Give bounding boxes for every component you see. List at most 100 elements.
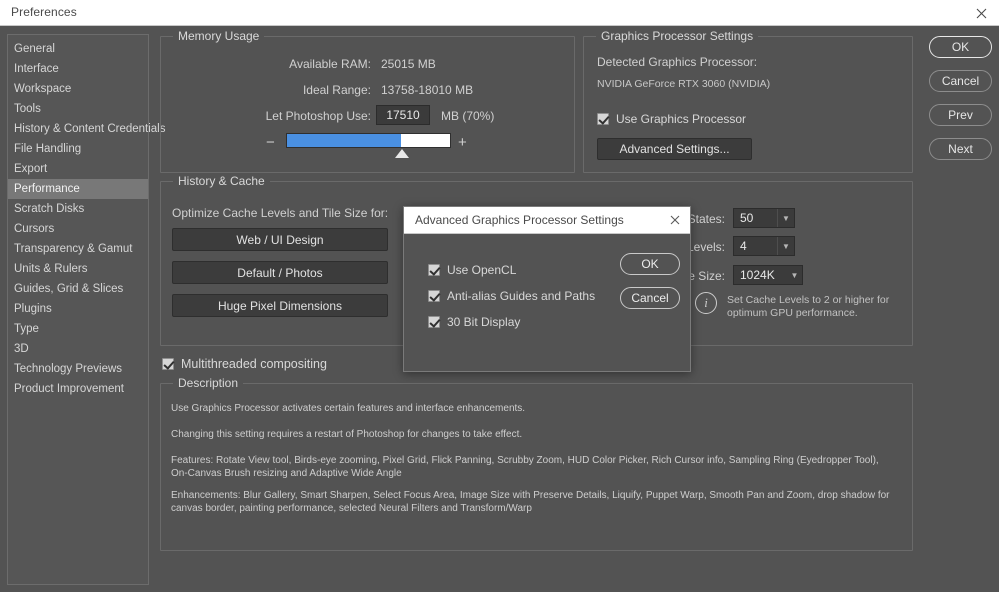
use-graphics-processor-checkbox[interactable]: Use Graphics Processor [597, 112, 746, 126]
graphics-processor-group: Graphics Processor Settings Detected Gra… [583, 36, 913, 173]
next-button[interactable]: Next [929, 138, 992, 160]
sidebar-item-product-improvement[interactable]: Product Improvement [8, 379, 148, 399]
memory-slider-track[interactable] [286, 133, 451, 148]
sidebar-item-tools[interactable]: Tools [8, 99, 148, 119]
sidebar-item-label: Interface [14, 63, 59, 75]
checkbox-box [428, 264, 440, 276]
memory-usage-title: Memory Usage [173, 29, 264, 43]
modal-cancel-button[interactable]: Cancel [620, 287, 680, 309]
use-opencl-checkbox[interactable]: Use OpenCL [428, 263, 516, 277]
close-glyph [670, 215, 680, 225]
sidebar-item-transparency-gamut[interactable]: Transparency & Gamut [8, 239, 148, 259]
sidebar-item-general[interactable]: General [8, 39, 148, 59]
sidebar-item-label: Units & Rulers [14, 263, 88, 275]
sidebar-item-guides-grid-slices[interactable]: Guides, Grid & Slices [8, 279, 148, 299]
cache-tile-size-select[interactable]: 1024K ▼ [733, 265, 803, 285]
cancel-button[interactable]: Cancel [929, 70, 992, 92]
ideal-range-label: Ideal Range: [181, 83, 371, 97]
use-graphics-processor-label: Use Graphics Processor [616, 112, 746, 126]
checkbox-box [162, 358, 174, 370]
preset-default-photos-button[interactable]: Default / Photos [172, 261, 388, 284]
sidebar-item-label: Technology Previews [14, 363, 122, 375]
sidebar-item-label: Guides, Grid & Slices [14, 283, 123, 295]
sidebar-item-label: Transparency & Gamut [14, 243, 132, 255]
description-group: Description Use Graphics Processor activ… [160, 383, 913, 551]
checkbox-box [597, 113, 609, 125]
sidebar-item-label: Export [14, 163, 47, 175]
sidebar-item-label: History & Content Credentials [14, 123, 165, 135]
advanced-graphics-settings-dialog: Advanced Graphics Processor Settings Use… [403, 206, 691, 372]
sidebar-item-performance[interactable]: Performance [8, 179, 148, 199]
anti-alias-guides-paths-label: Anti-alias Guides and Paths [447, 289, 595, 303]
description-paragraph: Use Graphics Processor activates certain… [171, 402, 896, 415]
memory-slider-thumb[interactable] [395, 149, 409, 158]
preferences-window: Preferences General Interface Workspace Too… [0, 0, 999, 592]
cache-levels-value: 4 [734, 239, 777, 253]
sidebar-item-scratch-disks[interactable]: Scratch Disks [8, 199, 148, 219]
preset-huge-pixel-dimensions-button[interactable]: Huge Pixel Dimensions [172, 294, 388, 317]
cache-levels-hint-text: Set Cache Levels to 2 or higher for opti… [727, 294, 907, 320]
prev-button[interactable]: Prev [929, 104, 992, 126]
advanced-settings-button[interactable]: Advanced Settings... [597, 138, 752, 160]
close-icon[interactable] [666, 211, 684, 229]
sidebar-item-plugins[interactable]: Plugins [8, 299, 148, 319]
close-glyph [976, 8, 987, 19]
sidebar-item-label: Workspace [14, 83, 71, 95]
multithreaded-compositing-label: Multithreaded compositing [181, 357, 327, 371]
sidebar-item-3d[interactable]: 3D [8, 339, 148, 359]
preset-web-ui-design-button[interactable]: Web / UI Design [172, 228, 388, 251]
description-paragraph: Features: Rotate View tool, Birds-eye zo… [171, 454, 896, 480]
memory-amount-input[interactable] [376, 105, 430, 125]
description-paragraph: Enhancements: Blur Gallery, Smart Sharpe… [171, 489, 896, 515]
ideal-range-value: 13758-18010 MB [381, 83, 473, 97]
memory-slider-fill [287, 134, 401, 147]
sidebar-item-label: Plugins [14, 303, 52, 315]
sidebar-item-history-content-credentials[interactable]: History & Content Credentials [8, 119, 148, 139]
memory-slider-increase[interactable]: + [458, 136, 467, 150]
chevron-down-icon: ▼ [787, 266, 802, 284]
sidebar-item-label: Performance [14, 183, 80, 195]
sidebar-item-label: General [14, 43, 55, 55]
sidebar-item-label: File Handling [14, 143, 81, 155]
window-title: Preferences [11, 5, 77, 19]
ok-button[interactable]: OK [929, 36, 992, 58]
modal-title: Advanced Graphics Processor Settings [415, 213, 624, 227]
sidebar-item-interface[interactable]: Interface [8, 59, 148, 79]
sidebar-item-label: 3D [14, 343, 29, 355]
detected-gpu-label: Detected Graphics Processor: [597, 55, 757, 69]
chevron-down-icon: ▼ [777, 237, 794, 255]
modal-ok-button[interactable]: OK [620, 253, 680, 275]
available-ram-value: 25015 MB [381, 57, 436, 71]
sidebar-item-file-handling[interactable]: File Handling [8, 139, 148, 159]
anti-alias-guides-paths-checkbox[interactable]: Anti-alias Guides and Paths [428, 289, 595, 303]
sidebar-item-technology-previews[interactable]: Technology Previews [8, 359, 148, 379]
sidebar-item-label: Tools [14, 103, 41, 115]
sidebar-item-units-rulers[interactable]: Units & Rulers [8, 259, 148, 279]
modal-title-bar: Advanced Graphics Processor Settings [404, 207, 690, 234]
30-bit-display-checkbox[interactable]: 30 Bit Display [428, 315, 520, 329]
optimize-cache-label: Optimize Cache Levels and Tile Size for: [172, 206, 388, 220]
let-photoshop-use-label: Let Photoshop Use: [181, 109, 371, 123]
history-states-select[interactable]: 50 ▼ [733, 208, 795, 228]
window-title-bar: Preferences [0, 0, 999, 26]
preferences-category-list[interactable]: General Interface Workspace Tools History & … [7, 34, 149, 585]
sidebar-items: General Interface Workspace Tools History & … [8, 35, 148, 399]
sidebar-item-cursors[interactable]: Cursors [8, 219, 148, 239]
memory-slider-decrease[interactable]: − [266, 136, 275, 150]
available-ram-label: Available RAM: [181, 57, 371, 71]
checkbox-box [428, 290, 440, 302]
sidebar-item-workspace[interactable]: Workspace [8, 79, 148, 99]
sidebar-item-type[interactable]: Type [8, 319, 148, 339]
use-opencl-label: Use OpenCL [447, 263, 516, 277]
memory-unit-percent-label: MB (70%) [441, 109, 494, 123]
sidebar-item-label: Scratch Disks [14, 203, 84, 215]
cache-tile-size-value: 1024K [734, 268, 787, 282]
description-title: Description [173, 376, 243, 390]
history-states-value: 50 [734, 211, 777, 225]
multithreaded-compositing-checkbox[interactable]: Multithreaded compositing [162, 357, 327, 371]
sidebar-item-export[interactable]: Export [8, 159, 148, 179]
memory-usage-group: Memory Usage Available RAM: 25015 MB Ide… [160, 36, 575, 173]
cache-levels-select[interactable]: 4 ▼ [733, 236, 795, 256]
description-paragraph: Changing this setting requires a restart… [171, 428, 896, 441]
close-icon[interactable] [971, 3, 991, 23]
